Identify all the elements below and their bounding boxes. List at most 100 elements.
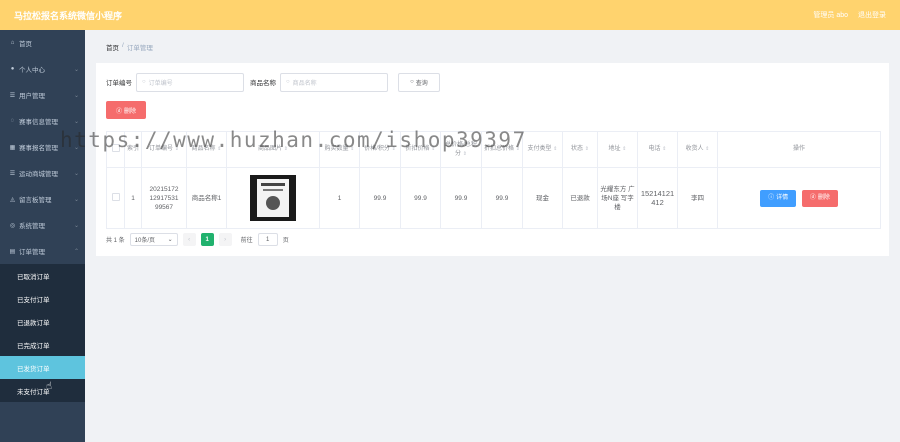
sidebar-item-label: 个人中心 xyxy=(19,67,45,74)
detail-button[interactable]: ⓘ 详情 xyxy=(760,189,797,207)
column-header[interactable]: 购买数量 ⇕ xyxy=(319,131,360,168)
breadcrumb-separator: / xyxy=(122,42,124,49)
pagination-total: 共 1 条 xyxy=(106,238,125,244)
sidebar-subitem-refunded[interactable]: 已退款订单 xyxy=(0,310,85,333)
column-header[interactable]: 折扣价格 ⇕ xyxy=(400,131,441,168)
cell-index: 1 xyxy=(124,167,142,229)
cell-product-name: 商品名称1 xyxy=(186,167,227,229)
calendar-icon: ▦ xyxy=(9,144,16,151)
cell-discount-total: 99.9 xyxy=(481,167,523,229)
search-icon: ○ xyxy=(286,79,290,85)
sidebar-item-orders[interactable]: ▤ 订单管理 ⌃ xyxy=(0,238,85,264)
row-delete-button[interactable]: ⓓ 删除 xyxy=(801,189,838,207)
detail-button-label: 详情 xyxy=(776,194,789,201)
cell-product-image xyxy=(226,167,320,229)
sidebar-subitem-completed[interactable]: 已完成订单 xyxy=(0,333,85,356)
cell-consignee: 李四 xyxy=(677,167,718,229)
sort-icon: ⇕ xyxy=(705,146,710,152)
delete-icon: ⓓ xyxy=(115,108,122,115)
sidebar-item-profile[interactable]: ● 个人中心 ⌄ xyxy=(0,56,85,82)
sidebar-item-label: 用户管理 xyxy=(19,93,45,100)
sidebar-item-race-info[interactable]: ◌ 赛事信息管理 ⌄ xyxy=(0,108,85,134)
cell-address: 光耀东方 广场N座 写字楼 xyxy=(597,167,638,229)
product-name-input[interactable]: ○ 商品名称 xyxy=(280,72,388,92)
chevron-down-icon: ⌄ xyxy=(73,222,79,229)
chevron-down-icon: ⌄ xyxy=(73,66,79,73)
chevron-up-icon: ⌃ xyxy=(73,248,79,255)
select-all-checkbox[interactable] xyxy=(111,143,120,152)
batch-delete-button[interactable]: ⓓ 删除 xyxy=(106,101,146,119)
column-header[interactable]: 电话 ⇕ xyxy=(637,131,678,168)
column-header[interactable]: 商品名称 ⇕ xyxy=(186,131,227,168)
cell-order-no: 20215172 12917531 99567 xyxy=(141,167,187,229)
cell-discount-price: 99.9 xyxy=(400,167,441,229)
column-header[interactable]: 总价格/总积分 ⇕ xyxy=(440,131,482,168)
next-page-button[interactable]: › xyxy=(218,233,232,246)
goto-page-input[interactable]: 1 xyxy=(257,233,278,246)
hand-cursor-icon: ☝ xyxy=(46,381,53,392)
cell-total-price: 99.9 xyxy=(440,167,482,229)
home-icon: ⌂ xyxy=(10,40,15,46)
header-checkbox-cell[interactable] xyxy=(106,131,125,168)
order-table: 索引 订单编号 ⇕ 商品名称 ⇕ 商品图片 ⇕ 购买数量 ⇕ 价格/积分 ⇕ 折… xyxy=(106,131,881,229)
chevron-down-icon: ⌄ xyxy=(73,196,79,203)
sort-icon: ⇕ xyxy=(350,146,355,152)
gear-icon: ◎ xyxy=(9,222,16,229)
sort-icon: ⇕ xyxy=(662,146,667,152)
sidebar-item-race-signup[interactable]: ▦ 赛事报名管理 ⌄ xyxy=(0,134,85,160)
sidebar-item-home[interactable]: ⌂ 首页 xyxy=(0,30,85,56)
row-checkbox-cell[interactable] xyxy=(106,167,125,229)
column-header[interactable]: 商品图片 ⇕ xyxy=(226,131,320,168)
sort-icon: ⇕ xyxy=(462,150,467,157)
sidebar-subitem-unpaid[interactable]: 未支付订单 xyxy=(0,379,85,402)
prev-page-button[interactable]: ‹ xyxy=(182,233,196,246)
order-icon: ▤ xyxy=(9,248,16,255)
column-header[interactable]: 价格/积分 ⇕ xyxy=(359,131,401,168)
row-checkbox[interactable] xyxy=(111,192,120,201)
cell-quantity: 1 xyxy=(319,167,360,229)
column-header[interactable]: 状态 ⇕ xyxy=(562,131,598,168)
order-no-placeholder: 订单编号 xyxy=(148,80,173,87)
page-number-1[interactable]: 1 xyxy=(200,233,214,246)
sidebar-subitem-paid[interactable]: 已支付订单 xyxy=(0,287,85,310)
sort-icon: ⇕ xyxy=(622,146,627,152)
sidebar-item-messages[interactable]: ◬ 留言板管理 ⌄ xyxy=(0,186,85,212)
sidebar-item-label: 首页 xyxy=(19,41,32,48)
chevron-down-icon: ⌄ xyxy=(73,92,79,99)
pagination: 共 1 条 10条/页 ⌄ ‹ 1 › 前往 1 页 xyxy=(106,233,289,246)
breadcrumb-home[interactable]: 首页 xyxy=(106,42,119,52)
admin-label[interactable]: 管理员 abo xyxy=(813,10,848,20)
sort-icon: ⇕ xyxy=(283,146,288,152)
chat-icon: ◬ xyxy=(10,196,15,203)
cell-price: 99.9 xyxy=(359,167,401,229)
sort-icon: ⇕ xyxy=(391,146,396,152)
chevron-down-icon: ⌄ xyxy=(73,118,79,125)
sidebar-item-label: 运动商城管理 xyxy=(19,171,58,178)
query-button[interactable]: ○ 查询 xyxy=(398,72,440,92)
page-size-select[interactable]: 10条/页 ⌄ xyxy=(129,233,178,246)
product-name-label: 商品名称 xyxy=(250,80,276,87)
column-header[interactable]: 地址 ⇕ xyxy=(597,131,638,168)
column-header[interactable]: 收货人 ⇕ xyxy=(677,131,718,168)
query-button-label: 查询 xyxy=(415,80,428,87)
logout-link[interactable]: 退出登录 xyxy=(858,10,886,20)
sidebar-item-shop[interactable]: ☰ 运动商城管理 ⌄ xyxy=(0,160,85,186)
info-icon: ⓘ xyxy=(768,194,775,201)
column-header[interactable]: 订单编号 ⇕ xyxy=(141,131,187,168)
column-header[interactable]: 折扣总价格 ⇕ xyxy=(481,131,523,168)
chevron-down-icon: ⌄ xyxy=(73,144,79,151)
cell-actions: ⓘ 详情 ⓓ 删除 xyxy=(717,167,881,229)
sidebar-item-users[interactable]: ☰ 用户管理 ⌄ xyxy=(0,82,85,108)
sidebar-item-label: 赛事信息管理 xyxy=(19,119,58,126)
column-header[interactable]: 支付类型 ⇕ xyxy=(522,131,563,168)
app-title: 马拉松报名系统微信小程序 xyxy=(14,10,123,21)
breadcrumb-current: 订单管理 xyxy=(126,45,153,52)
sidebar-subitem-shipped[interactable]: 已发货订单 xyxy=(0,356,85,379)
sidebar-item-system[interactable]: ◎ 系统管理 ⌄ xyxy=(0,212,85,238)
sidebar-subitem-cancelled[interactable]: 已取消订单 xyxy=(0,264,85,287)
product-image xyxy=(250,175,296,221)
page-suffix: 页 xyxy=(282,238,289,244)
sort-icon: ⇕ xyxy=(174,146,179,152)
table-row: 1 20215172 12917531 99567 商品名称1 1 99.9 9… xyxy=(106,167,881,229)
order-no-input[interactable]: ○ 订单编号 xyxy=(136,72,244,92)
